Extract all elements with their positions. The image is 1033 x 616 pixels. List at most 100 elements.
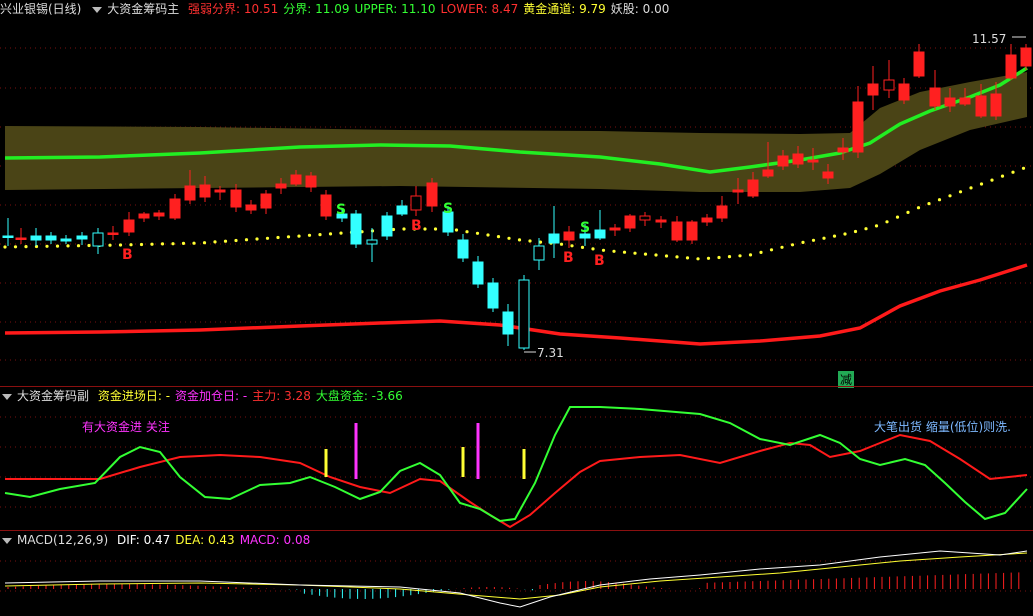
sell-signal: S (443, 201, 453, 217)
channel-dot (160, 242, 165, 246)
low-price-label: 7.31 (537, 346, 564, 360)
channel-dot (402, 227, 406, 231)
candle-body (153, 212, 165, 217)
channel-dot (769, 248, 774, 252)
candle-body (290, 174, 302, 185)
channel-dot (507, 236, 511, 240)
channel-dot (759, 250, 763, 254)
channel-dot (591, 247, 595, 251)
candle-body (913, 51, 925, 77)
lower-line (4, 263, 1028, 346)
channel-dot (45, 244, 49, 248)
channel-dot (1011, 170, 1015, 174)
candle-body (959, 97, 971, 105)
candle-body (671, 221, 683, 241)
candle-body (837, 147, 849, 153)
candlestick-chart[interactable]: BBB BS SS (0, 0, 1033, 386)
channel-dot (780, 245, 784, 249)
candle-body (639, 215, 651, 221)
candle-body (732, 189, 744, 193)
candle-body (594, 229, 606, 239)
channel-dot (801, 240, 805, 244)
channel-dot (706, 256, 711, 260)
fund-entry-annotation: 有大资金进 关注 (82, 420, 170, 434)
buy-signal: B (122, 247, 133, 263)
candle-body (245, 204, 257, 211)
channel-dot (1000, 174, 1005, 178)
channel-dot (475, 231, 480, 235)
channel-dot (643, 252, 648, 256)
channel-dot (664, 254, 669, 258)
candle-body (944, 97, 956, 107)
channel-dot (24, 245, 28, 249)
candle-body (275, 183, 287, 189)
buy-signal: B (411, 218, 422, 234)
channel-dot (192, 241, 196, 245)
channel-dot (223, 239, 228, 243)
candle-body (1020, 47, 1032, 67)
candle-body (487, 282, 499, 309)
candle-body (807, 159, 819, 163)
channel-dot (906, 210, 910, 214)
channel-dot (517, 238, 522, 242)
candle-body (30, 235, 42, 241)
candle-body (898, 83, 910, 101)
channel-dot (318, 233, 322, 237)
candle-body (1005, 54, 1017, 79)
buy-signal: B (594, 253, 605, 269)
channel-dot (601, 248, 606, 252)
candle-body (777, 155, 789, 167)
main-force-line (5, 433, 1028, 529)
main-chart-pane[interactable]: 兴业银锡(日线) 大资金筹码主 强弱分界: 10.51 分界: 11.09 UPPE… (0, 0, 1033, 388)
fund-flow-chart[interactable] (0, 387, 1033, 530)
candle-body (366, 239, 378, 245)
candle-body (320, 194, 332, 217)
channel-dot (129, 243, 133, 247)
channel-dot (622, 250, 627, 254)
channel-dot (328, 232, 333, 236)
candle-body (502, 311, 514, 335)
channel-dot (244, 238, 249, 242)
channel-dot (13, 245, 18, 249)
channel-dot (790, 243, 795, 247)
channel-dot (685, 256, 690, 260)
candle-body (701, 217, 713, 223)
channel-dot (874, 224, 879, 228)
candle-body (199, 184, 211, 198)
macd-pane[interactable]: MACD(12,26,9) DIF: 0.47 DEA: 0.43 MACD: 0.… (0, 531, 1033, 616)
candle-body (260, 193, 272, 209)
channel-dot (937, 198, 942, 202)
channel-dot (76, 244, 81, 248)
buy-signal: B (563, 250, 574, 266)
macd-chart[interactable] (0, 531, 1033, 616)
candle-body (624, 215, 636, 229)
candle-body (548, 233, 560, 244)
channel-dot (339, 231, 343, 235)
candle-body (60, 238, 72, 242)
channel-dot (990, 178, 994, 182)
channel-dot (612, 249, 616, 253)
candle-body (822, 171, 834, 179)
channel-dot (423, 227, 427, 231)
sub-chart-pane[interactable]: 大资金筹码副 资金进场日: - 资金加仓日: - 主力: 3.28 大盘资金: -3.… (0, 387, 1033, 530)
channel-dot (276, 235, 280, 240)
candle-body (655, 219, 667, 223)
candle-body (867, 83, 879, 96)
channel-dot (150, 242, 154, 246)
candle-body (2, 235, 14, 238)
channel-dot (255, 237, 259, 241)
channel-dot (822, 236, 826, 240)
channel-dot (748, 253, 753, 257)
channel-dot (969, 186, 973, 190)
channel-dot (843, 232, 847, 236)
candle-body (852, 101, 864, 153)
candle-body (990, 93, 1002, 117)
candle-body (762, 169, 774, 177)
channel-dot (979, 182, 984, 186)
candle-body (457, 239, 469, 259)
candle-body (381, 215, 393, 237)
channel-dot (297, 234, 301, 238)
candle-body (792, 153, 804, 165)
channel-dot (895, 215, 900, 219)
candle-body (169, 198, 181, 219)
